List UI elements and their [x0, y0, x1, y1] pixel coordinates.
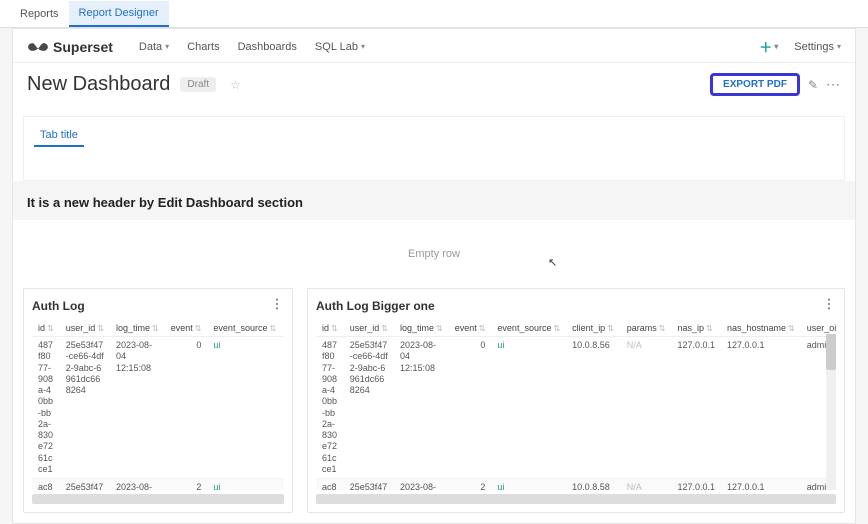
table-cell: 127.0.0.1	[721, 479, 801, 491]
table-cell: 2023-08-04 12:15:47	[394, 479, 449, 491]
brand-name: Superset	[53, 39, 113, 55]
column-header[interactable]: log_time⇅	[110, 320, 165, 337]
settings-menu[interactable]: Settings▾	[794, 41, 841, 53]
chart-auth-log-bigger: Auth Log Bigger one id⇅user_id⇅log_time⇅…	[307, 288, 845, 513]
column-header[interactable]: params⇅	[621, 320, 672, 337]
vertical-scrollbar[interactable]	[826, 334, 836, 490]
table-cell: 2	[449, 479, 492, 491]
table-auth-log[interactable]: id⇅user_id⇅log_time⇅event⇅event_source⇅c…	[32, 320, 284, 490]
column-header[interactable]: client_ip⇅	[566, 320, 621, 337]
table-cell: ui	[207, 479, 282, 491]
column-header[interactable]: event_source⇅	[207, 320, 282, 337]
star-icon[interactable]: ☆	[230, 78, 241, 92]
draft-badge: Draft	[180, 77, 216, 92]
table-cell: 10.	[282, 337, 284, 479]
empty-row-placeholder[interactable]: Empty row	[13, 220, 855, 288]
chevron-down-icon: ▾	[165, 42, 169, 51]
column-header[interactable]: id⇅	[316, 320, 344, 337]
table-row[interactable]: 487f8077-908a-40bb-bb2a-830e7261cce125e5…	[32, 337, 284, 479]
table-cell: 127.0.0.1	[671, 337, 721, 479]
charts-row: Auth Log id⇅user_id⇅log_time⇅event⇅event…	[13, 288, 855, 523]
column-header[interactable]: event_source⇅	[491, 320, 566, 337]
column-header[interactable]: user_id⇅	[60, 320, 110, 337]
table-cell: 25e53f47-ce66-4df2-9abc-6961dc668264	[344, 479, 394, 491]
table-cell: 127.0.0.1	[671, 479, 721, 491]
tab-reports[interactable]: Reports	[10, 2, 69, 26]
table-cell: 2023-08-04 12:15:47	[110, 479, 165, 491]
table-cell: 2023-08-04 12:15:08	[110, 337, 165, 479]
logo[interactable]: Superset	[27, 39, 113, 55]
nav-charts[interactable]: Charts	[187, 41, 219, 53]
export-pdf-button[interactable]: EXPORT PDF	[710, 73, 800, 96]
superset-logo-icon	[27, 40, 49, 54]
column-header[interactable]: id⇅	[32, 320, 60, 337]
chart-title[interactable]: Auth Log Bigger one	[316, 299, 435, 313]
table-auth-log-bigger[interactable]: id⇅user_id⇅log_time⇅event⇅event_source⇅c…	[316, 320, 836, 490]
new-button[interactable]: ＋▾	[759, 37, 778, 56]
app-container: Superset Data▾ Charts Dashboards SQL Lab…	[12, 28, 856, 524]
chart-menu-icon[interactable]	[822, 297, 836, 314]
column-header[interactable]: log_time⇅	[394, 320, 449, 337]
table-cell: 487f8077-908a-40bb-bb2a-830e7261cce1	[32, 337, 60, 479]
edit-icon[interactable]: ✎	[808, 78, 818, 92]
header-right: ＋▾ Settings▾	[759, 37, 841, 56]
table-cell: ac8c6d1a-48a6-4c69-978c-c7afbb807ad1	[316, 479, 344, 491]
table-cell: ui	[207, 337, 282, 479]
table-cell: 0	[165, 337, 208, 479]
table-cell: 0	[449, 337, 492, 479]
dashboard-title-row: New Dashboard Draft ☆ EXPORT PDF ✎ ⋯	[13, 63, 855, 110]
dashboard-tabs: Tab title	[23, 116, 845, 181]
table-row[interactable]: ac8c6d1a-48a6-4c69-978c-c7afbb807ad125e5…	[32, 479, 284, 491]
table-cell: N/A	[621, 337, 672, 479]
table-cell: 25e53f47-ce66-4df2-9abc-6961dc668264	[60, 479, 110, 491]
table-cell: 127.0.0.1	[721, 337, 801, 479]
table-row[interactable]: ac8c6d1a-48a6-4c69-978c-c7afbb807ad125e5…	[316, 479, 836, 491]
chart-menu-icon[interactable]	[270, 297, 284, 314]
nav-sqllab[interactable]: SQL Lab▾	[315, 41, 365, 53]
table-cell: ui	[491, 479, 566, 491]
table-cell: 25e53f47-ce66-4df2-9abc-6961dc668264	[344, 337, 394, 479]
table-cell: ui	[491, 337, 566, 479]
horizontal-scrollbar[interactable]	[32, 494, 284, 504]
table-cell: ac8c6d1a-48a6-4c69-978c-c7afbb807ad1	[32, 479, 60, 491]
chart-auth-log: Auth Log id⇅user_id⇅log_time⇅event⇅event…	[23, 288, 293, 513]
more-menu-icon[interactable]: ⋯	[826, 76, 841, 93]
cursor-icon: ↖	[548, 256, 557, 269]
table-cell: 10.	[282, 479, 284, 491]
nav-dashboards[interactable]: Dashboards	[238, 41, 297, 53]
table-cell: 10.0.8.56	[566, 337, 621, 479]
dashboard-tab[interactable]: Tab title	[34, 125, 84, 147]
table-cell: 25e53f47-ce66-4df2-9abc-6961dc668264	[60, 337, 110, 479]
table-row[interactable]: 487f8077-908a-40bb-bb2a-830e7261cce125e5…	[316, 337, 836, 479]
table-cell: 487f8077-908a-40bb-bb2a-830e7261cce1	[316, 337, 344, 479]
app-header: Superset Data▾ Charts Dashboards SQL Lab…	[13, 29, 855, 63]
table-cell: 10.0.8.58	[566, 479, 621, 491]
table-cell: N/A	[621, 479, 672, 491]
chevron-down-icon: ▾	[361, 42, 365, 51]
tab-report-designer[interactable]: Report Designer	[69, 1, 169, 27]
dashboard-title[interactable]: New Dashboard	[27, 73, 170, 96]
table-cell: 2	[165, 479, 208, 491]
chevron-down-icon: ▾	[774, 42, 778, 51]
top-tabs: Reports Report Designer	[0, 0, 868, 28]
column-header[interactable]: client_⇅	[282, 320, 284, 337]
section-header: It is a new header by Edit Dashboard sec…	[13, 181, 855, 220]
nav-data[interactable]: Data▾	[139, 41, 169, 53]
column-header[interactable]: event⇅	[165, 320, 208, 337]
horizontal-scrollbar[interactable]	[316, 494, 836, 504]
column-header[interactable]: user_id⇅	[344, 320, 394, 337]
chevron-down-icon: ▾	[837, 42, 841, 51]
chart-title[interactable]: Auth Log	[32, 299, 85, 313]
column-header[interactable]: nas_ip⇅	[671, 320, 721, 337]
table-cell: 2023-08-04 12:15:08	[394, 337, 449, 479]
column-header[interactable]: event⇅	[449, 320, 492, 337]
column-header[interactable]: nas_hostname⇅	[721, 320, 801, 337]
nav-menu: Data▾ Charts Dashboards SQL Lab▾	[139, 41, 365, 53]
